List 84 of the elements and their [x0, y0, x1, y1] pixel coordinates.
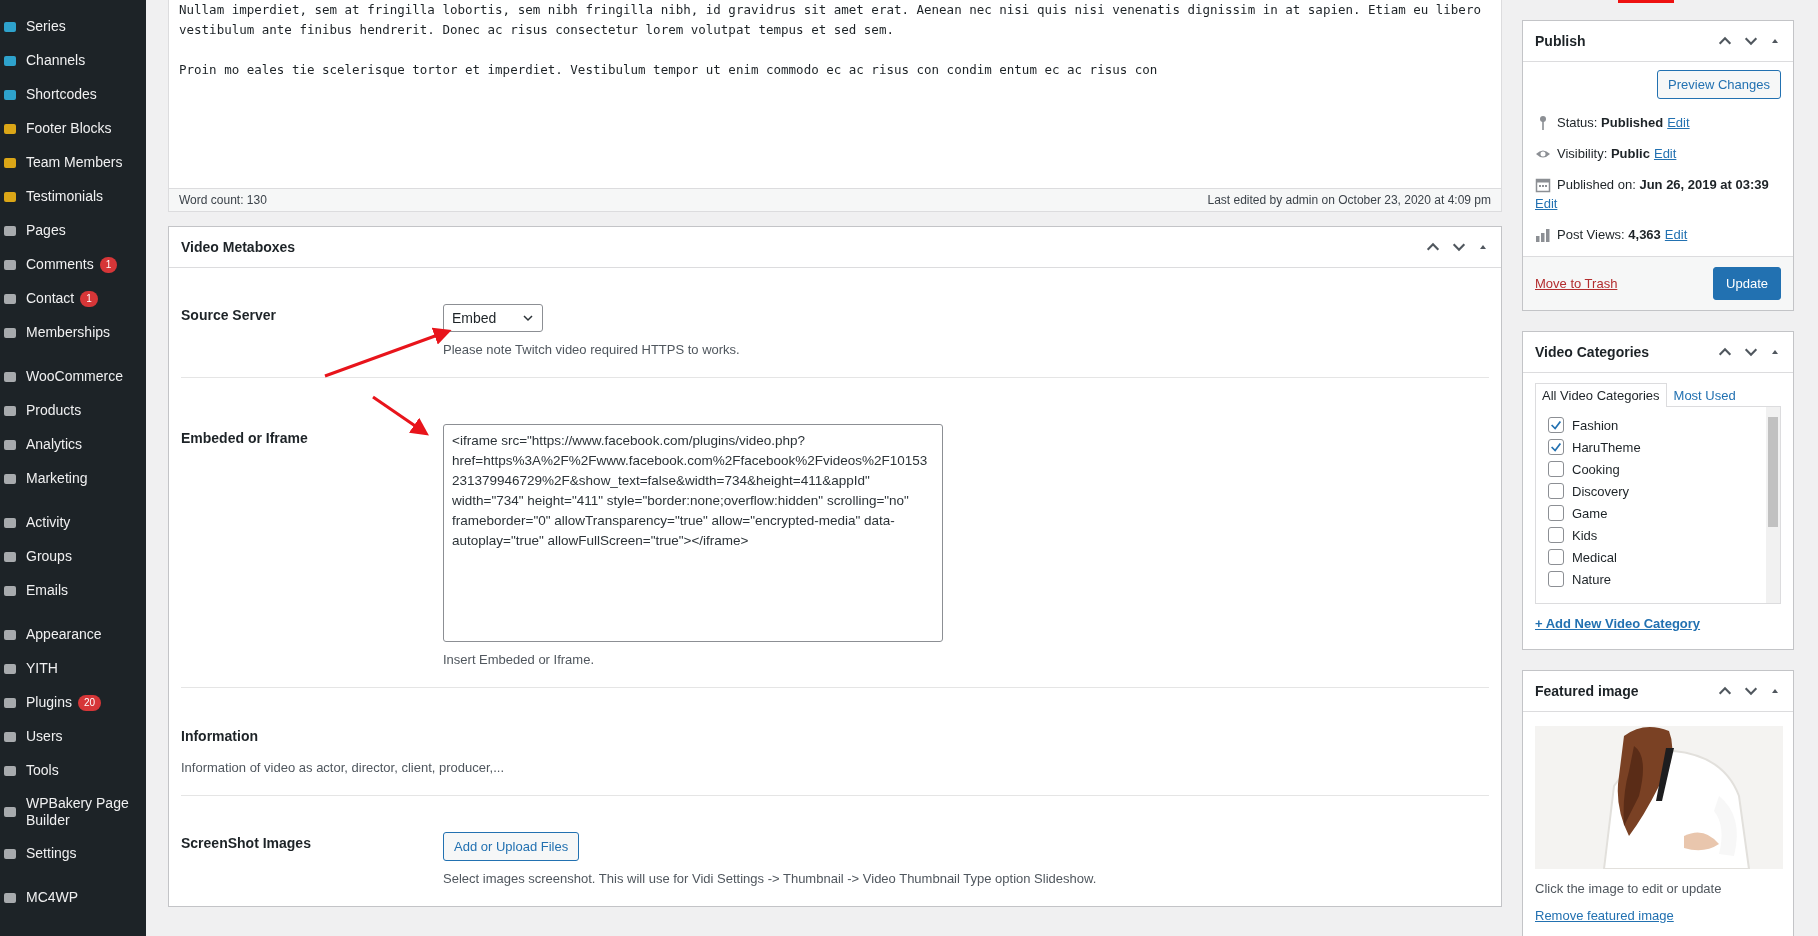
- checkbox[interactable]: [1548, 549, 1564, 565]
- checkbox[interactable]: [1548, 417, 1564, 433]
- update-button[interactable]: Update: [1713, 267, 1781, 300]
- checkbox[interactable]: [1548, 461, 1564, 477]
- editor-paragraph: Proin mo eales tie scelerisque tortor et imperdiet. Vestibulum tempor ut enim commodo ec ac risus con condim entum ec ac risus con: [179, 61, 1159, 79]
- field-label: ScreenShot Images: [181, 835, 311, 851]
- field-label: Source Server: [181, 307, 276, 323]
- calendar-icon: [1535, 176, 1551, 193]
- menu-item[interactable]: Team Members: [0, 146, 146, 180]
- category-label: Medical: [1572, 549, 1617, 565]
- menu-item[interactable]: Series: [0, 10, 146, 44]
- category-label: Nature: [1572, 571, 1612, 587]
- menu-item[interactable]: Tools: [0, 754, 146, 788]
- edit-link[interactable]: Edit: [1653, 144, 1677, 163]
- menu-item[interactable]: Settings: [0, 837, 146, 871]
- category-label: Game: [1572, 505, 1608, 521]
- word-count: Word count: 130: [179, 193, 267, 207]
- scrollbar[interactable]: [1766, 407, 1780, 603]
- category-tab[interactable]: All Video Categories: [1535, 383, 1667, 407]
- metabox-title: Video Metaboxes: [181, 239, 296, 255]
- menu-item[interactable]: Plugins 20: [0, 686, 146, 720]
- featured-image-hint: Click the image to edit or update: [1535, 881, 1723, 896]
- field-description: Select images screenshot. This will use for Vidi Settings -> Thumbnail -> Video Thumbnail Type option Slideshow.: [443, 871, 1097, 886]
- menu-item[interactable]: YITH: [0, 652, 146, 686]
- field-label: Information: [181, 728, 259, 744]
- publish-info-text: Post Views: 4,363: [1557, 226, 1661, 244]
- category-label: Cooking: [1572, 461, 1620, 477]
- publish-info-text: Visibility: Public: [1557, 145, 1650, 163]
- menu-item[interactable]: Pages: [0, 214, 146, 248]
- menu-item[interactable]: Activity: [0, 506, 146, 540]
- category-label: Kids: [1572, 527, 1598, 543]
- field-description: Information of video as actor, director, client, producer,...: [181, 760, 504, 775]
- move-to-trash-link[interactable]: Move to Trash: [1535, 276, 1618, 291]
- upload-button[interactable]: Add or Upload Files: [443, 832, 580, 861]
- last-edited-text: Last edited by admin on October 23, 2020 at 4:09 pm: [1207, 193, 1491, 207]
- category-label: Discovery: [1572, 483, 1630, 499]
- menu-item[interactable]: WooCommerce: [0, 360, 146, 394]
- edit-link[interactable]: Edit: [1535, 194, 1558, 213]
- annotation-arrow: [372, 395, 429, 436]
- menu-item[interactable]: Marketing: [0, 462, 146, 496]
- menu-item[interactable]: Users: [0, 720, 146, 754]
- menu-item[interactable]: Contact 1: [0, 282, 146, 316]
- menu-item[interactable]: Analytics: [0, 428, 146, 462]
- checkbox[interactable]: [1548, 483, 1564, 499]
- panel-title: Featured image: [1535, 683, 1639, 699]
- count-badge: 1: [80, 290, 98, 307]
- category-label: HaruTheme: [1572, 439, 1641, 455]
- checkbox[interactable]: [1548, 571, 1564, 587]
- count-badge: 20: [77, 694, 102, 711]
- menu-item[interactable]: Footer Blocks: [0, 112, 146, 146]
- remove-image-link[interactable]: Remove featured image: [1535, 908, 1781, 923]
- menu-item[interactable]: Testimonials: [0, 180, 146, 214]
- panel-title: Video Categories: [1535, 344, 1650, 360]
- embed-code-field[interactable]: <iframe src="https://www.facebook.com/plugins/video.php?href=https%3A%2F%2Fwww.facebook.com%2Ffacebook%2Fvideos%2F10153231379946729%2F&show_text=false&width=734&height=411&appId" width="734" height="411" style="border:none;overflow:hidden" scrolling="no" frameborder="0" allowTransparency="true" allow="encrypted-media" data-autoplay="true" allowFullScreen="true"></iframe>: [443, 424, 943, 642]
- checkbox[interactable]: [1548, 505, 1564, 521]
- bar-chart-icon: [1535, 226, 1551, 243]
- count-badge: 1: [99, 256, 118, 273]
- chevron-down-icon: [522, 312, 534, 324]
- menu-item[interactable]: WPBakery Page Builder: [0, 788, 146, 837]
- editor-paragraph: Nullam imperdiet, sem at fringilla lobortis, sem nibh fringilla nibh, id gravidrus sit amet erat. Aenean nec nisi quis nisi venenatis dignissim in at sapien. Etiam eu libero vestibulum ante finibus hendrerit. Donec ac risus consectetur lorem volutpat tempus et sed sem.: [179, 1, 1482, 39]
- menu-item[interactable]: Appearance: [0, 618, 146, 652]
- publish-info-text: Published on: Jun 26, 2019 at 03:39: [1557, 176, 1769, 194]
- publish-info-text: Status: Published: [1557, 114, 1664, 132]
- menu-item[interactable]: Groups: [0, 540, 146, 574]
- menu-item[interactable]: Products: [0, 394, 146, 428]
- edit-link[interactable]: Edit: [1667, 113, 1690, 132]
- checkbox[interactable]: [1548, 527, 1564, 543]
- menu-item[interactable]: Channels: [0, 44, 146, 78]
- category-tab[interactable]: Most Used: [1666, 383, 1743, 407]
- field-description: Insert Embeded or Iframe.: [443, 652, 595, 667]
- add-category-link[interactable]: + Add New Video Category: [1535, 616, 1701, 631]
- menu-item[interactable]: Shortcodes: [0, 78, 146, 112]
- checkbox[interactable]: [1548, 439, 1564, 455]
- menu-item[interactable]: MC4WP: [0, 881, 146, 915]
- preview-button[interactable]: Preview Changes: [1657, 70, 1781, 99]
- source-select[interactable]: Embed: [443, 304, 543, 332]
- field-label: Embeded or Iframe: [181, 430, 308, 446]
- menu-item[interactable]: Emails: [0, 574, 146, 608]
- panel-title: Publish: [1535, 33, 1586, 49]
- category-label: Fashion: [1572, 417, 1619, 433]
- menu-item[interactable]: Memberships: [0, 316, 146, 350]
- edit-link[interactable]: Edit: [1664, 225, 1688, 244]
- field-description: Please note Twitch video required HTTPS to works.: [443, 342, 740, 357]
- menu-item[interactable]: Comments 1: [0, 248, 146, 282]
